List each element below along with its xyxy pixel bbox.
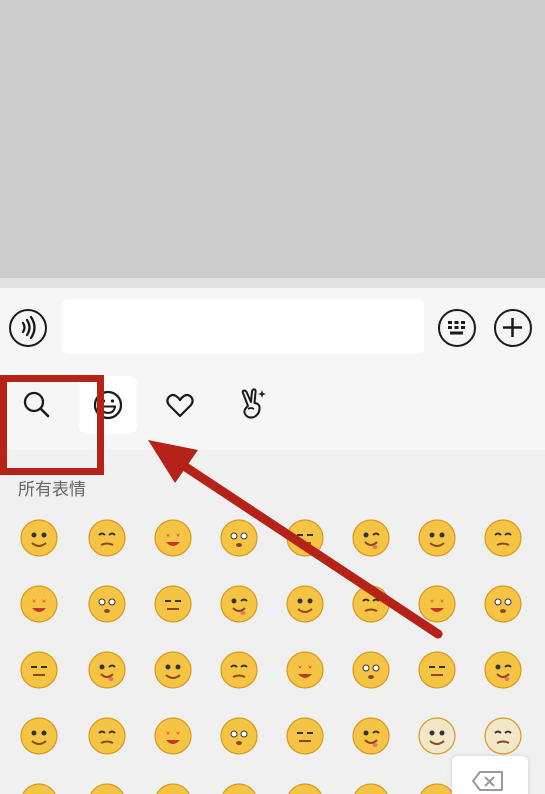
emoji-item[interactable] (417, 716, 457, 756)
backspace-icon (472, 771, 503, 791)
more-button[interactable] (494, 309, 532, 347)
annotation-highlight-box (0, 375, 104, 475)
emoji-item[interactable] (417, 650, 457, 690)
keyboard-button[interactable] (438, 309, 476, 347)
emoji-item[interactable] (19, 716, 59, 756)
emoji-item[interactable] (417, 584, 457, 624)
keyboard-icon (448, 321, 465, 335)
emoji-item[interactable] (219, 650, 259, 690)
delete-button[interactable] (452, 756, 528, 794)
emoji-item[interactable] (219, 782, 259, 794)
emoji-item[interactable] (285, 650, 325, 690)
emoji-item[interactable] (483, 584, 523, 624)
peace-hand-icon (241, 388, 266, 419)
emoji-item[interactable] (19, 650, 59, 690)
emoji-item[interactable] (219, 716, 259, 756)
emoji-item[interactable] (285, 518, 325, 558)
emoji-item[interactable] (351, 518, 391, 558)
emoji-item[interactable] (87, 584, 127, 624)
emoji-item[interactable] (351, 716, 391, 756)
message-input[interactable] (62, 299, 424, 354)
emoji-item[interactable] (19, 782, 59, 794)
chat-area (0, 0, 545, 278)
emoji-item[interactable] (87, 518, 127, 558)
emoji-item[interactable] (417, 782, 457, 794)
emoji-item[interactable] (483, 650, 523, 690)
emoji-item[interactable] (153, 584, 193, 624)
section-title: 所有表情 (18, 480, 86, 499)
emoji-item[interactable] (417, 518, 457, 558)
emoji-item[interactable] (285, 716, 325, 756)
emoji-panel: 所有表情 (0, 450, 545, 794)
emoji-item[interactable] (483, 716, 523, 756)
emoji-item[interactable] (153, 650, 193, 690)
heart-icon (166, 393, 194, 418)
emoji-item[interactable] (351, 782, 391, 794)
emoji-item[interactable] (153, 716, 193, 756)
emoji-item[interactable] (153, 518, 193, 558)
emoji-item[interactable] (19, 518, 59, 558)
emoji-item[interactable] (87, 716, 127, 756)
emoji-item[interactable] (285, 782, 325, 794)
divider (0, 278, 545, 288)
plus-icon (503, 318, 522, 337)
emoji-item[interactable] (351, 584, 391, 624)
emoji-item[interactable] (285, 584, 325, 624)
tab-gesture[interactable] (223, 376, 281, 434)
emoji-item[interactable] (351, 650, 391, 690)
tab-favorites[interactable] (151, 376, 209, 434)
emoji-item[interactable] (87, 650, 127, 690)
voice-icon (21, 315, 36, 340)
input-bar (0, 288, 545, 363)
voice-button[interactable] (9, 309, 47, 347)
emoji-item[interactable] (219, 584, 259, 624)
emoji-item[interactable] (153, 782, 193, 794)
emoji-item[interactable] (483, 518, 523, 558)
emoji-item[interactable] (219, 518, 259, 558)
emoji-item[interactable] (87, 782, 127, 794)
emoji-item[interactable] (19, 584, 59, 624)
